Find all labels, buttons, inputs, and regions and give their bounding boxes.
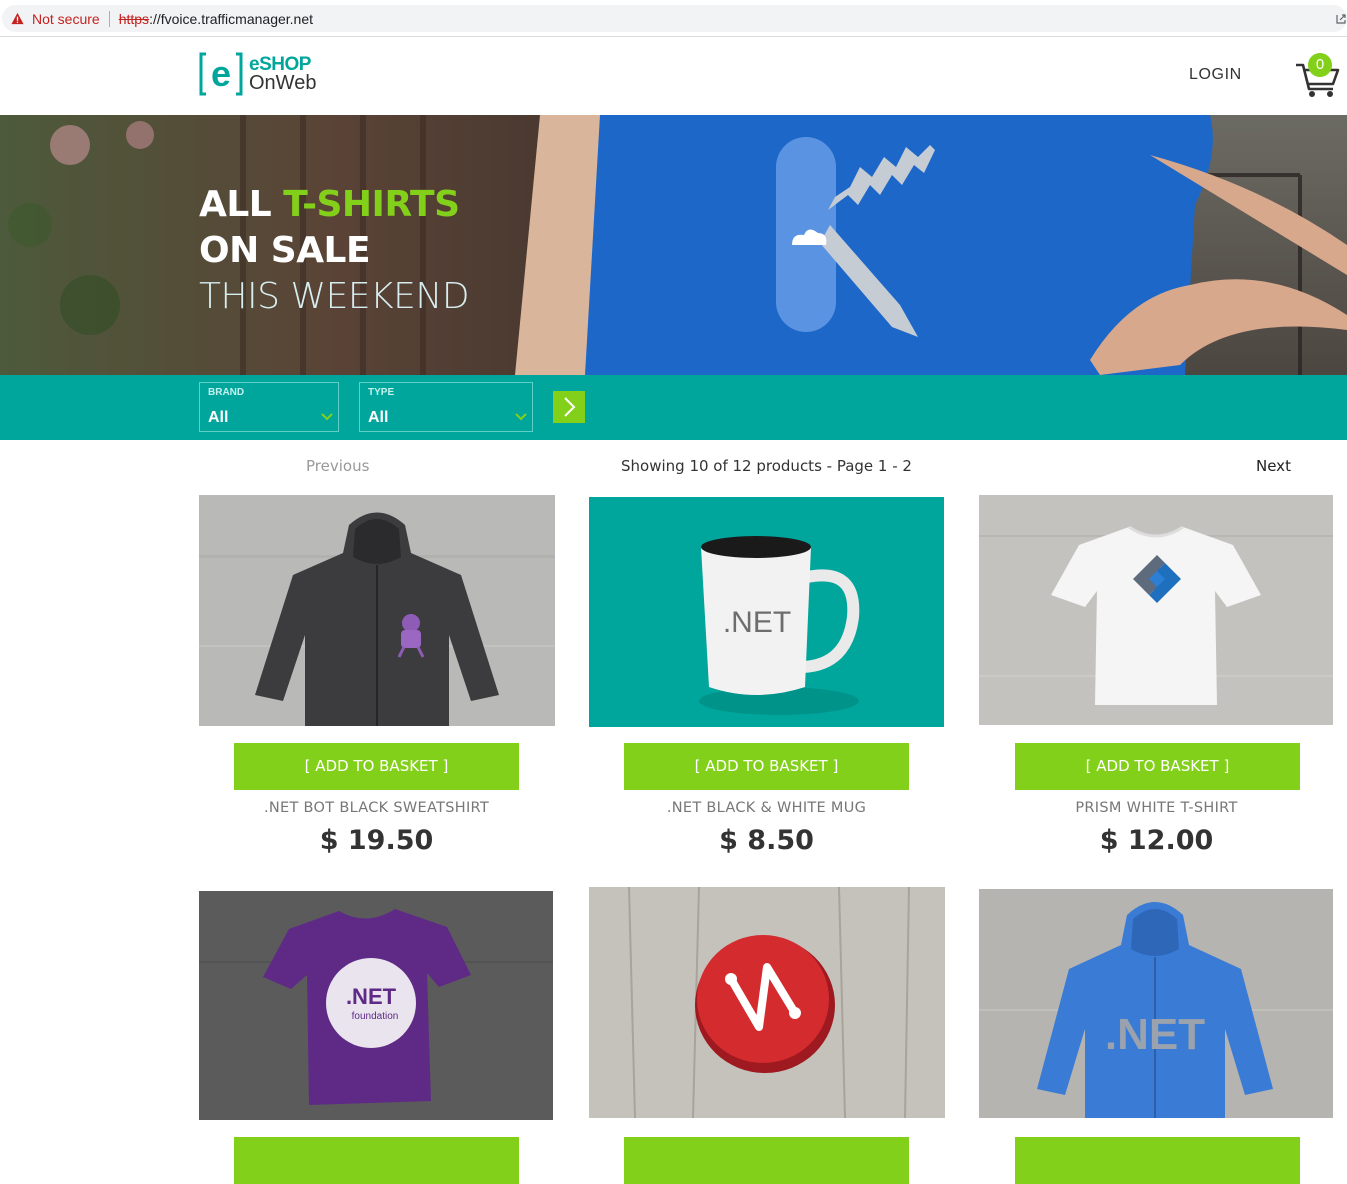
security-status[interactable]: Not secure <box>32 11 100 27</box>
add-to-basket-button[interactable]: [ ADD TO BASKET ] <box>234 743 519 790</box>
product-image[interactable]: .NET <box>979 889 1333 1118</box>
warning-icon[interactable] <box>11 12 24 25</box>
purple-tee-sub: foundation <box>352 1011 399 1022</box>
site-header: e eSHOP OnWeb LOGIN <box>0 38 1347 115</box>
product-name: .NET BLACK & WHITE MUG <box>666 800 867 816</box>
product-price: $ 8.50 <box>719 825 814 856</box>
chevron-right-icon <box>564 397 576 417</box>
share-icon[interactable] <box>1336 12 1346 24</box>
hero-line1: ALL T-SHIRTS <box>199 182 469 228</box>
previous-link[interactable]: Previous <box>306 457 369 475</box>
product-image[interactable] <box>589 887 945 1118</box>
login-link[interactable]: LOGIN <box>1189 66 1242 84</box>
hero-headline: ALL T-SHIRTS ON SALE THIS WEEKEND <box>199 182 470 320</box>
type-value: All <box>368 409 389 426</box>
purple-tee-logo: .NET <box>346 984 397 1009</box>
brand-label: BRAND <box>208 387 245 398</box>
add-to-basket-button[interactable]: [ ADD TO BASKET ] <box>1015 743 1300 790</box>
hero-line3: THIS WEEKEND <box>199 276 470 317</box>
url-scheme: https <box>118 10 150 27</box>
hoodie-logo: .NET <box>1105 1010 1205 1059</box>
chevron-down-icon <box>321 413 333 421</box>
product-price: $ 19.50 <box>319 825 434 856</box>
url-text[interactable]: https://fvoice.trafficmanager.net <box>119 11 313 27</box>
svg-text:e: e <box>211 53 231 94</box>
purple-tshirt-image: .NET foundation <box>199 891 553 1120</box>
logo[interactable]: e eSHOP OnWeb <box>198 51 328 97</box>
filter-bar: BRAND All TYPE All <box>0 375 1347 440</box>
add-to-basket-button[interactable] <box>234 1137 519 1184</box>
hero-line2: ON SALE <box>199 230 371 271</box>
brand-select[interactable]: BRAND All <box>199 382 339 432</box>
cart-count-badge[interactable]: 0 <box>1308 53 1332 77</box>
brand-value: All <box>208 409 229 426</box>
add-to-basket-button[interactable] <box>1015 1137 1300 1184</box>
divider <box>108 10 110 27</box>
logo-mark-icon: e <box>199 52 243 96</box>
browser-address-bar: Not secure https://fvoice.trafficmanager… <box>0 0 1347 37</box>
url-field[interactable]: Not secure https://fvoice.trafficmanager… <box>2 5 1347 32</box>
blue-hoodie-image: .NET <box>979 889 1333 1118</box>
product-image[interactable] <box>979 495 1333 725</box>
product-image[interactable]: .NET <box>589 497 944 727</box>
sweatshirt-image <box>199 495 555 726</box>
red-pin-image <box>589 887 945 1118</box>
hero-line1-a: ALL <box>199 184 272 225</box>
type-select[interactable]: TYPE All <box>359 382 533 432</box>
chevron-down-icon <box>515 413 527 421</box>
add-to-basket-button[interactable]: [ ADD TO BASKET ] <box>624 743 909 790</box>
product-price: $ 12.00 <box>1099 825 1214 856</box>
hero-line1-b: T-SHIRTS <box>283 184 460 225</box>
white-tshirt-image <box>979 495 1333 725</box>
type-label: TYPE <box>368 387 395 398</box>
pagination-status: Showing 10 of 12 products - Page 1 - 2 <box>621 457 912 475</box>
product-name: PRISM WHITE T-SHIRT <box>1075 800 1238 816</box>
hero-banner: ALL T-SHIRTS ON SALE THIS WEEKEND <box>0 115 1347 375</box>
product-name: .NET BOT BLACK SWEATSHIRT <box>263 800 490 816</box>
add-to-basket-button[interactable] <box>624 1137 909 1184</box>
logo-text: eSHOP OnWeb <box>249 55 316 93</box>
product-image[interactable]: .NET foundation <box>199 891 553 1120</box>
apply-filter-button[interactable] <box>553 391 585 423</box>
logo-line2: OnWeb <box>249 72 317 94</box>
mug-label: .NET <box>723 606 791 639</box>
product-image[interactable] <box>199 495 555 726</box>
mug-image: .NET <box>589 497 944 727</box>
url-host: ://fvoice.trafficmanager.net <box>149 10 314 27</box>
next-link[interactable]: Next <box>1256 457 1291 475</box>
